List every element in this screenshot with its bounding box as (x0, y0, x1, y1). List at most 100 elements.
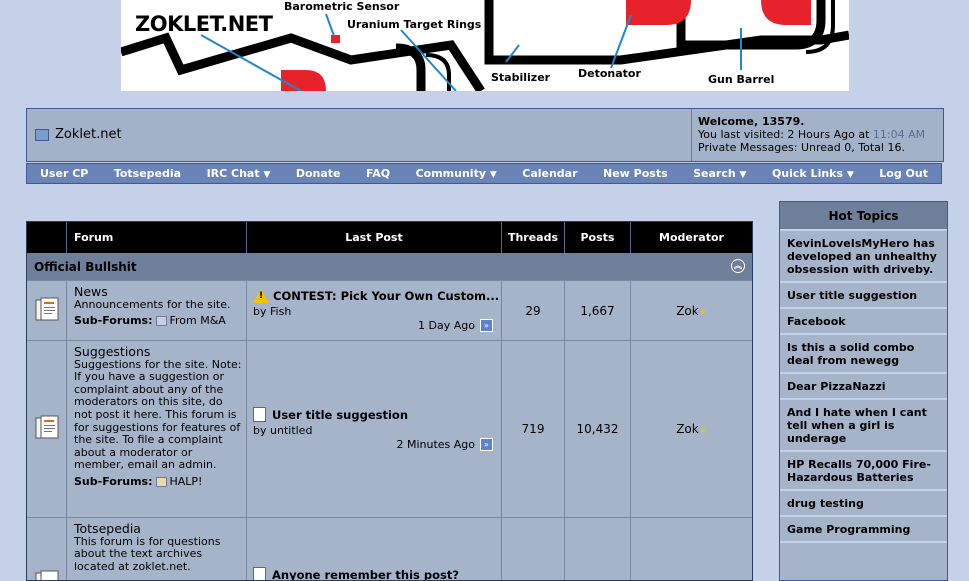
last-post-by: by untitled (253, 424, 312, 437)
header-forum: Forum (67, 222, 247, 253)
banner-label-uranium: Uranium Target Rings (347, 18, 482, 31)
nav-log-out[interactable]: Log Out (879, 167, 928, 180)
star-icon: ★ (698, 308, 707, 318)
banner-ad[interactable]: ZOKLET.NET Barometric Sensor Uranium Tar… (121, 0, 849, 91)
last-post-time: 1 Day Ago » (418, 319, 493, 332)
last-post-by: by Fish (253, 305, 291, 318)
nav-calendar[interactable]: Calendar (522, 167, 577, 180)
hot-topic-item[interactable]: User title suggestion (780, 283, 947, 309)
forum-description: Suggestions for the site. Note: If you h… (74, 357, 242, 472)
last-post-author[interactable]: untitled (270, 424, 312, 437)
nav-quick-links[interactable]: Quick Links ▼ (772, 167, 854, 180)
posts-cell (565, 518, 631, 580)
nav-totsepedia[interactable]: Totsepedia (114, 167, 181, 180)
hot-topic-item[interactable]: drug testing (780, 491, 947, 517)
forum-icon-cell (27, 341, 67, 518)
welcome-text: Welcome, 13579. (698, 115, 805, 128)
last-post-title-link[interactable]: User title suggestion (253, 407, 408, 422)
nav-donate[interactable]: Donate (296, 167, 341, 180)
last-post-cell: Anyone remember this post? (247, 518, 502, 581)
forum-status-icon (35, 415, 59, 439)
nav-faq[interactable]: FAQ (366, 167, 390, 180)
threads-count: 719 (502, 341, 565, 518)
forum-title-link[interactable]: Totsepedia (74, 522, 246, 536)
private-messages-link[interactable]: Private Messages: Unread 0, Total 16. (698, 141, 943, 154)
banner-label-detonator: Detonator (578, 67, 641, 80)
category-header[interactable]: Official Bullshit ︽ (27, 253, 752, 280)
sub-forums: Sub-Forums: HALP! (74, 474, 246, 489)
forum-icon-cell (27, 518, 67, 580)
last-visited-time: 11:04 AM (872, 128, 926, 141)
subforum-folder-icon (156, 476, 168, 487)
last-post-time: 2 Minutes Ago » (396, 438, 493, 451)
forum-status-icon (35, 297, 59, 321)
warning-icon (253, 289, 269, 303)
hot-topic-item[interactable]: And I hate when I cant tell when a girl … (780, 400, 947, 452)
last-post-author[interactable]: Fish (270, 305, 291, 318)
hot-topic-item[interactable]: Facebook (780, 309, 947, 335)
header-icon-col (27, 222, 67, 253)
nav-community[interactable]: Community ▼ (416, 167, 497, 180)
caret-down-icon: ▼ (846, 170, 854, 180)
star-icon: ★ (698, 426, 707, 436)
moderator-cell: Zok★ (631, 341, 752, 518)
nav-search[interactable]: Search ▼ (693, 167, 746, 180)
caret-down-icon: ▼ (489, 170, 497, 180)
banner-label-gun-barrel: Gun Barrel (708, 73, 775, 86)
go-to-last-post-icon[interactable]: » (480, 438, 493, 451)
forum-description: Announcements for the site. (74, 297, 231, 311)
forum-title-link[interactable]: Suggestions (74, 345, 246, 359)
sub-forums-label: Sub-Forums: (74, 474, 153, 488)
forum-row-suggestions: Suggestions Suggestions for the site. No… (27, 340, 752, 518)
hot-topics-title: Hot Topics (780, 202, 947, 231)
forum-description: This forum is for questions about the te… (74, 534, 221, 573)
banner-label-barometric: Barometric Sensor (284, 0, 400, 13)
site-home-link[interactable]: Zoklet.net (35, 127, 122, 142)
subforum-link[interactable]: HALP! (169, 475, 202, 488)
threads-cell (502, 518, 565, 580)
last-visited: You last visited: 2 Hours Ago at 11:04 A… (698, 128, 943, 141)
forum-info-cell: Totsepedia This forum is for questions a… (67, 518, 247, 580)
caret-down-icon: ▼ (739, 170, 747, 180)
threads-count: 29 (502, 281, 565, 341)
site-name: Zoklet.net (55, 127, 122, 142)
nav-irc-chat[interactable]: IRC Chat ▼ (207, 167, 271, 180)
posts-count: 1,667 (565, 281, 631, 341)
last-post-time-text: 2 Minutes Ago (396, 438, 475, 451)
hot-topic-item[interactable]: KevinLoveIsMyHero has developed an unhea… (780, 231, 947, 283)
site-header: Zoklet.net Welcome, 13579. You last visi… (26, 108, 944, 162)
last-post-title: Anyone remember this post? (272, 567, 460, 581)
category-title: Official Bullshit (34, 259, 137, 274)
last-post-title-link[interactable]: CONTEST: Pick Your Own Custom... (253, 289, 499, 303)
home-folder-icon (35, 128, 49, 141)
forum-row-news: News Announcements for the site. Sub-For… (27, 280, 752, 341)
moderator-link[interactable]: Zok (676, 422, 699, 436)
hot-topic-item[interactable]: Is this a solid combo deal from newegg (780, 335, 947, 374)
banner-site-title: ZOKLET.NET (135, 12, 273, 36)
subforum-link[interactable]: From M&A (169, 314, 225, 327)
banner-label-stabilizer: Stabilizer (491, 71, 551, 84)
hot-topic-item[interactable]: Game Programming (780, 517, 947, 543)
nav-new-posts[interactable]: New Posts (603, 167, 668, 180)
sub-forums-label: Sub-Forums: (74, 314, 153, 328)
posts-count: 10,432 (565, 341, 631, 518)
moderator-cell: Zok★ (631, 281, 752, 341)
by-label: by (253, 424, 267, 437)
hot-topic-item[interactable]: Dear PizzaNazzi (780, 374, 947, 400)
last-post-cell: User title suggestion by untitled 2 Minu… (247, 341, 502, 518)
forum-table: Forum Last Post Threads Posts Moderator … (26, 221, 753, 581)
last-post-time-text: 1 Day Ago (418, 319, 475, 332)
collapse-icon[interactable]: ︽ (731, 259, 745, 273)
last-post-title-link[interactable]: Anyone remember this post? (253, 567, 460, 581)
header-last-post: Last Post (247, 222, 502, 253)
forum-title-link[interactable]: News (74, 285, 246, 299)
main-navbar: User CP Totsepedia IRC Chat ▼ Donate FAQ… (26, 163, 942, 184)
nav-user-cp[interactable]: User CP (40, 167, 88, 180)
go-to-last-post-icon[interactable]: » (480, 319, 493, 332)
forum-info-cell: News Announcements for the site. Sub-For… (67, 281, 247, 341)
welcome-panel: Welcome, 13579. You last visited: 2 Hour… (691, 109, 943, 161)
last-post-title: User title suggestion (272, 407, 409, 422)
hot-topic-item[interactable]: HP Recalls 70,000 Fire-Hazardous Batteri… (780, 452, 947, 491)
moderator-link[interactable]: Zok (676, 304, 699, 318)
last-visited-label: You last visited: 2 Hours Ago at (698, 128, 870, 141)
